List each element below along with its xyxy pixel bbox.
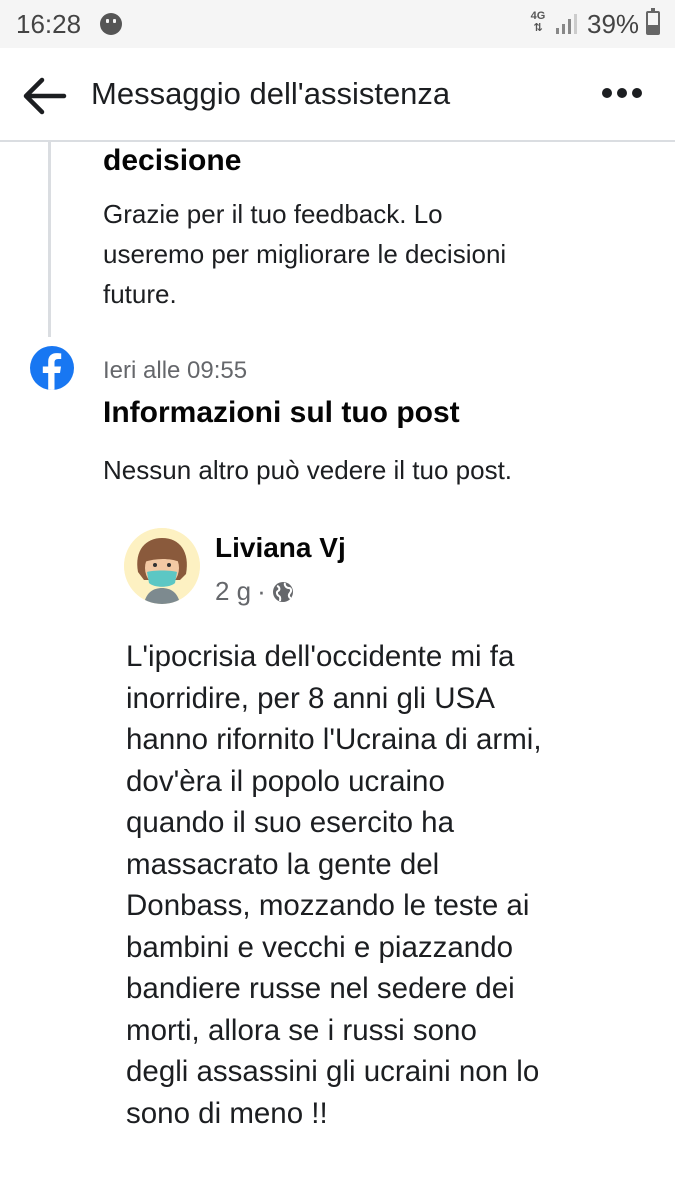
post-text-line: massacrato la gente del (126, 847, 440, 881)
facebook-icon (30, 346, 74, 390)
previous-message-line: Grazie per il tuo feedback. Lo (103, 199, 443, 229)
data-arrows-icon: ⇅ (533, 22, 543, 34)
timeline-connector (48, 142, 51, 337)
post-meta: 2 g · (215, 576, 294, 607)
page-title: Messaggio dell'assistenza (91, 76, 451, 111)
message-body: Nessun altro può vedere il tuo post. (103, 455, 513, 485)
arrow-left-icon[interactable] (20, 74, 68, 118)
post-text-line: bambini e vecchi e piazzando (126, 930, 514, 964)
battery-icon (646, 8, 660, 35)
post-text-line: inorridire, per 8 anni gli USA (126, 681, 495, 715)
post-text-line: degli assassini gli ucraini non lo (126, 1055, 540, 1088)
previous-message-line: future. (103, 279, 177, 309)
post-text-line: bandiere russe nel sedere dei (126, 972, 515, 1005)
battery-fill (648, 25, 658, 33)
network-indicator: 4G ⇅ (528, 10, 548, 34)
status-bar: 16:28 4G ⇅ 39% (0, 0, 675, 48)
face-icon (100, 13, 122, 35)
post-text-line: dov'èra il popolo ucraino (126, 764, 445, 798)
signal-icon (556, 14, 577, 34)
previous-message-body: Grazie per il tuo feedback. Lo useremo p… (103, 194, 623, 314)
more-dots-icon[interactable] (596, 78, 648, 108)
screen: 16:28 4G ⇅ 39% Messaggio dell'assistenza… (0, 0, 675, 1200)
message-title: Informazioni sul tuo post (103, 396, 460, 429)
post-text: L'ipocrisia dell'occidente mi fa inorrid… (126, 636, 616, 1134)
post-text-line: quando il suo esercito ha (126, 806, 455, 839)
network-label: 4G (530, 10, 546, 22)
post-text-line: morti, allora se i russi sono (126, 1013, 477, 1047)
message-timestamp: Ieri alle 09:55 (103, 357, 248, 384)
post-text-line: L'ipocrisia dell'occidente mi fa (126, 640, 515, 673)
post-age[interactable]: 2 g (215, 576, 251, 607)
post-text-line: Donbass, mozzando le teste ai (126, 889, 530, 922)
meta-separator: · (257, 576, 266, 606)
post-text-line: sono di meno !! (126, 1096, 328, 1130)
post-author[interactable]: Liviana Vj (215, 532, 346, 564)
post-text-line: hanno rifornito l'Ucraina di armi, (126, 723, 542, 756)
globe-icon (272, 581, 293, 602)
avatar-mask-icon[interactable] (124, 528, 200, 604)
battery-percentage: 39% (587, 9, 640, 39)
previous-message-line: useremo per migliorare le decisioni (103, 239, 507, 269)
previous-message-heading: decisione (103, 144, 242, 177)
status-time: 16:28 (16, 9, 82, 39)
app-header: Messaggio dell'assistenza (0, 48, 675, 142)
